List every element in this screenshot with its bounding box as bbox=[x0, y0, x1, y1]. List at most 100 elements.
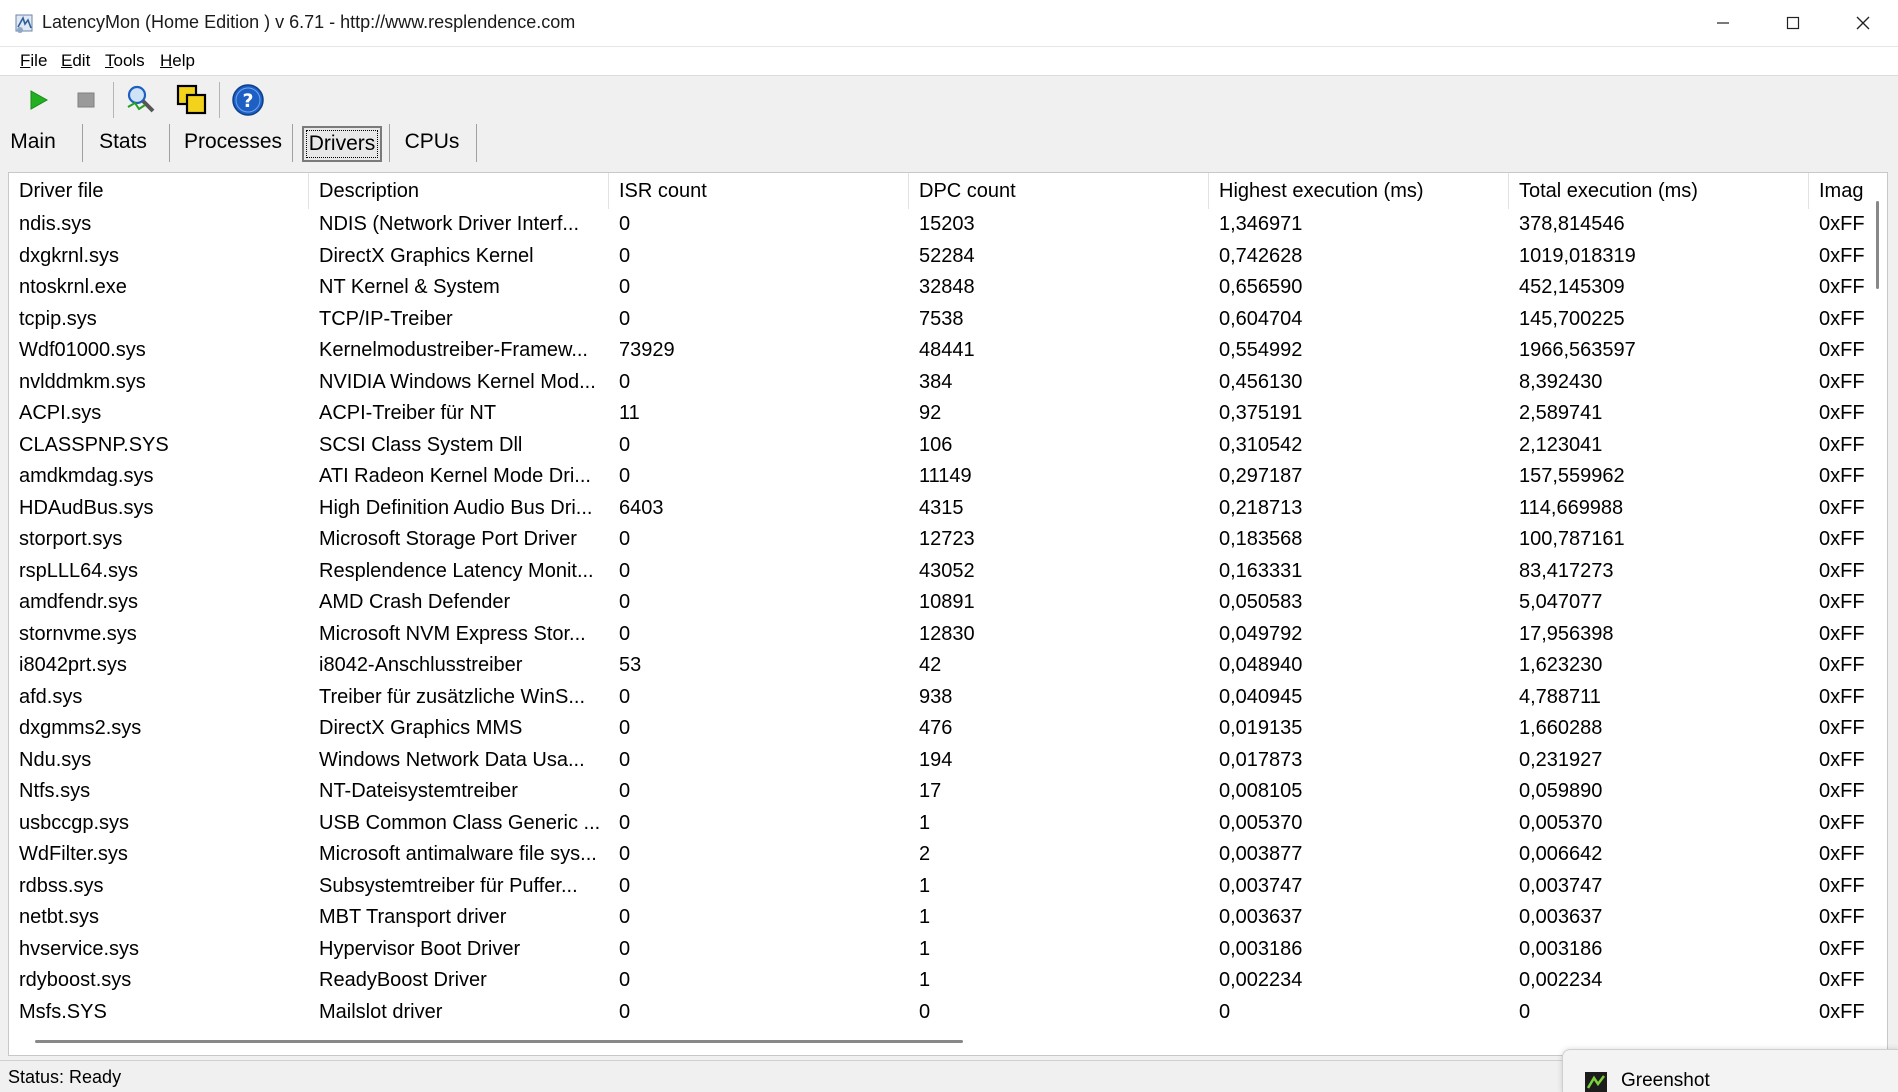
cell-total-execution: 0 bbox=[1519, 1000, 1531, 1023]
cell-image: 0xFF bbox=[1819, 622, 1865, 645]
tab-cpus[interactable]: CPUs bbox=[402, 126, 462, 158]
cell-driver-file: amdkmdag.sys bbox=[19, 465, 154, 488]
tab-bar: Main Stats Processes Drivers CPUs bbox=[0, 122, 1898, 162]
table-row[interactable]: CLASSPNP.SYS SCSI Class System Dll 0 106 0,3… bbox=[9, 430, 1869, 462]
table-row[interactable]: i8042prt.sys i8042-Anschlusstreiber 53 42 0,… bbox=[9, 650, 1869, 682]
table-row[interactable]: Wdf01000.sys Kernelmodustreiber-Framew...… bbox=[9, 335, 1869, 367]
column-header-dpc-count[interactable]: DPC count bbox=[909, 173, 1209, 209]
horizontal-scroll-thumb[interactable] bbox=[35, 1040, 963, 1043]
cell-driver-file: HDAudBus.sys bbox=[19, 496, 154, 519]
vertical-scroll-thumb[interactable] bbox=[1876, 201, 1879, 289]
cell-total-execution: 0,059890 bbox=[1519, 780, 1603, 803]
cell-highest-execution: 0,003186 bbox=[1219, 937, 1303, 960]
table-row[interactable]: afd.sys Treiber für zusätzliche WinS... 0 9… bbox=[9, 682, 1869, 714]
close-button[interactable] bbox=[1828, 0, 1898, 46]
table-row[interactable]: amdkmdag.sys ATI Radeon Kernel Mode Dri..… bbox=[9, 461, 1869, 493]
cell-total-execution: 0,005370 bbox=[1519, 811, 1603, 834]
table-row[interactable]: Ntfs.sys NT-Dateisystemtreiber 0 17 0,008105… bbox=[9, 776, 1869, 808]
table-row[interactable]: dxgmms2.sys DirectX Graphics MMS 0 476 0,019… bbox=[9, 713, 1869, 745]
cell-image: 0xFF bbox=[1819, 496, 1865, 519]
cell-description: AMD Crash Defender bbox=[319, 591, 511, 614]
menu-tools[interactable]: Tools bbox=[105, 51, 145, 71]
cell-dpc-count: 106 bbox=[919, 433, 953, 456]
tab-drivers[interactable]: Drivers bbox=[302, 126, 382, 162]
cell-isr-count: 0 bbox=[619, 622, 631, 645]
table-row[interactable]: HDAudBus.sys High Definition Audio Bus Dr… bbox=[9, 493, 1869, 525]
maximize-button[interactable] bbox=[1758, 0, 1828, 46]
horizontal-scrollbar[interactable] bbox=[9, 1031, 1869, 1051]
column-header-driver-file[interactable]: Driver file bbox=[9, 173, 309, 209]
cell-isr-count: 0 bbox=[619, 591, 631, 614]
cell-image: 0xFF bbox=[1819, 748, 1865, 771]
table-row[interactable]: netbt.sys MBT Transport driver 0 1 0,003637 0… bbox=[9, 902, 1869, 934]
cell-isr-count: 73929 bbox=[619, 339, 675, 362]
tab-stats[interactable]: Stats bbox=[96, 126, 150, 158]
cell-isr-count: 0 bbox=[619, 906, 631, 929]
tab-main[interactable]: Main bbox=[8, 126, 58, 158]
cell-total-execution: 0,006642 bbox=[1519, 843, 1603, 866]
cell-total-execution: 100,787161 bbox=[1519, 528, 1625, 551]
table-row[interactable]: Msfs.SYS Mailslot driver 0 0 0 0 0xFF bbox=[9, 997, 1869, 1029]
cell-highest-execution: 0,375191 bbox=[1219, 402, 1303, 425]
cell-driver-file: rspLLL64.sys bbox=[19, 559, 138, 582]
tab-processes[interactable]: Processes bbox=[183, 126, 283, 158]
menu-help[interactable]: Help bbox=[160, 51, 195, 71]
table-row[interactable]: dxgkrnl.sys DirectX Graphics Kernel 0 52284… bbox=[9, 241, 1869, 273]
table-row[interactable]: usbccgp.sys USB Common Class Generic ... 0… bbox=[9, 808, 1869, 840]
cell-dpc-count: 43052 bbox=[919, 559, 975, 582]
cell-image: 0xFF bbox=[1819, 433, 1865, 456]
analyze-icon bbox=[127, 85, 155, 113]
analyze-button[interactable] bbox=[124, 82, 160, 118]
cell-dpc-count: 476 bbox=[919, 717, 953, 740]
drivers-table: Driver file Description ISR count DPC co… bbox=[8, 172, 1888, 1056]
table-body: ndis.sys NDIS (Network Driver Interf... 0 1… bbox=[9, 209, 1869, 1029]
cell-highest-execution: 1,346971 bbox=[1219, 213, 1303, 236]
cell-dpc-count: 4315 bbox=[919, 496, 964, 519]
table-row[interactable]: rdyboost.sys ReadyBoost Driver 0 1 0,002234 0… bbox=[9, 965, 1869, 997]
table-row[interactable]: hvservice.sys Hypervisor Boot Driver 0 1 0,0… bbox=[9, 934, 1869, 966]
cell-total-execution: 0,231927 bbox=[1519, 748, 1603, 771]
table-row[interactable]: WdFilter.sys Microsoft antimalware file s… bbox=[9, 839, 1869, 871]
table-row[interactable]: Ndu.sys Windows Network Data Usa... 0 194 0,… bbox=[9, 745, 1869, 777]
cell-image: 0xFF bbox=[1819, 307, 1865, 330]
help-button[interactable]: ? bbox=[230, 82, 266, 118]
cell-driver-file: afd.sys bbox=[19, 685, 83, 708]
table-row[interactable]: storport.sys Microsoft Storage Port Drive… bbox=[9, 524, 1869, 556]
greenshot-taskbar-item[interactable]: Greenshot bbox=[1562, 1049, 1898, 1092]
cell-isr-count: 0 bbox=[619, 937, 631, 960]
minimize-button[interactable] bbox=[1688, 0, 1758, 46]
cell-driver-file: dxgmms2.sys bbox=[19, 717, 142, 740]
cell-image: 0xFF bbox=[1819, 370, 1865, 393]
maximize-icon bbox=[1786, 16, 1800, 30]
cell-driver-file: tcpip.sys bbox=[19, 307, 97, 330]
table-row[interactable]: ntoskrnl.exe NT Kernel & System 0 32848 0,65… bbox=[9, 272, 1869, 304]
copy-windows-button[interactable] bbox=[174, 82, 210, 118]
cell-description: NDIS (Network Driver Interf... bbox=[319, 213, 580, 236]
table-row[interactable]: nvlddmkm.sys NVIDIA Windows Kernel Mod...… bbox=[9, 367, 1869, 399]
table-row[interactable]: amdfendr.sys AMD Crash Defender 0 10891 0,05… bbox=[9, 587, 1869, 619]
toolbar: ? bbox=[0, 76, 1898, 122]
cell-highest-execution: 0,019135 bbox=[1219, 717, 1303, 740]
table-row[interactable]: stornvme.sys Microsoft NVM Express Stor..… bbox=[9, 619, 1869, 651]
cell-description: High Definition Audio Bus Dri... bbox=[319, 496, 593, 519]
table-row[interactable]: rdbss.sys Subsystemtreiber für Puffer... 0… bbox=[9, 871, 1869, 903]
vertical-scrollbar[interactable] bbox=[1871, 193, 1885, 1029]
column-header-description[interactable]: Description bbox=[309, 173, 609, 209]
table-row[interactable]: ndis.sys NDIS (Network Driver Interf... 0 1… bbox=[9, 209, 1869, 241]
stop-monitor-button[interactable] bbox=[68, 82, 104, 118]
cell-description: DirectX Graphics MMS bbox=[319, 717, 523, 740]
menu-edit[interactable]: Edit bbox=[61, 51, 90, 71]
column-header-isr-count[interactable]: ISR count bbox=[609, 173, 909, 209]
menu-file[interactable]: File bbox=[20, 51, 47, 71]
column-header-image[interactable]: Imag bbox=[1809, 173, 1869, 209]
column-header-highest-execution[interactable]: Highest execution (ms) bbox=[1209, 173, 1509, 209]
cell-dpc-count: 42 bbox=[919, 654, 942, 677]
start-monitor-button[interactable] bbox=[20, 82, 56, 118]
table-row[interactable]: rspLLL64.sys Resplendence Latency Monit..… bbox=[9, 556, 1869, 588]
table-row[interactable]: tcpip.sys TCP/IP-Treiber 0 7538 0,604704 145,… bbox=[9, 304, 1869, 336]
cell-highest-execution: 0,003877 bbox=[1219, 843, 1303, 866]
cell-image: 0xFF bbox=[1819, 969, 1865, 992]
table-row[interactable]: ACPI.sys ACPI-Treiber für NT 11 92 0,375191 2… bbox=[9, 398, 1869, 430]
toolbar-separator bbox=[219, 82, 220, 118]
column-header-total-execution[interactable]: Total execution (ms) bbox=[1509, 173, 1809, 209]
